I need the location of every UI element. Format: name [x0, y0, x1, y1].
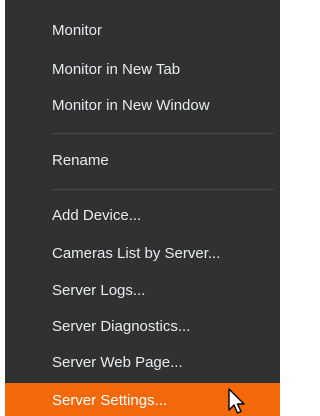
context-menu: Monitor Monitor in New Tab Monitor in Ne… — [5, 0, 280, 416]
menu-separator — [52, 189, 274, 190]
menu-item-monitor[interactable]: Monitor — [5, 13, 280, 49]
menu-item-monitor-in-new-tab[interactable]: Monitor in New Tab — [5, 52, 280, 88]
menu-item-monitor-in-new-window[interactable]: Monitor in New Window — [5, 88, 280, 124]
menu-item-cameras-list-by-server[interactable]: Cameras List by Server... — [5, 236, 280, 272]
menu-item-server-diagnostics[interactable]: Server Diagnostics... — [5, 309, 280, 345]
menu-item-rename[interactable]: Rename — [5, 143, 280, 179]
menu-separator — [52, 133, 274, 134]
screen: Monitor Monitor in New Tab Monitor in Ne… — [0, 0, 284, 416]
menu-item-add-device[interactable]: Add Device... — [5, 198, 280, 234]
menu-item-server-logs[interactable]: Server Logs... — [5, 273, 280, 309]
menu-item-server-web-page[interactable]: Server Web Page... — [5, 345, 280, 381]
menu-item-server-settings[interactable]: Server Settings... — [5, 383, 280, 416]
